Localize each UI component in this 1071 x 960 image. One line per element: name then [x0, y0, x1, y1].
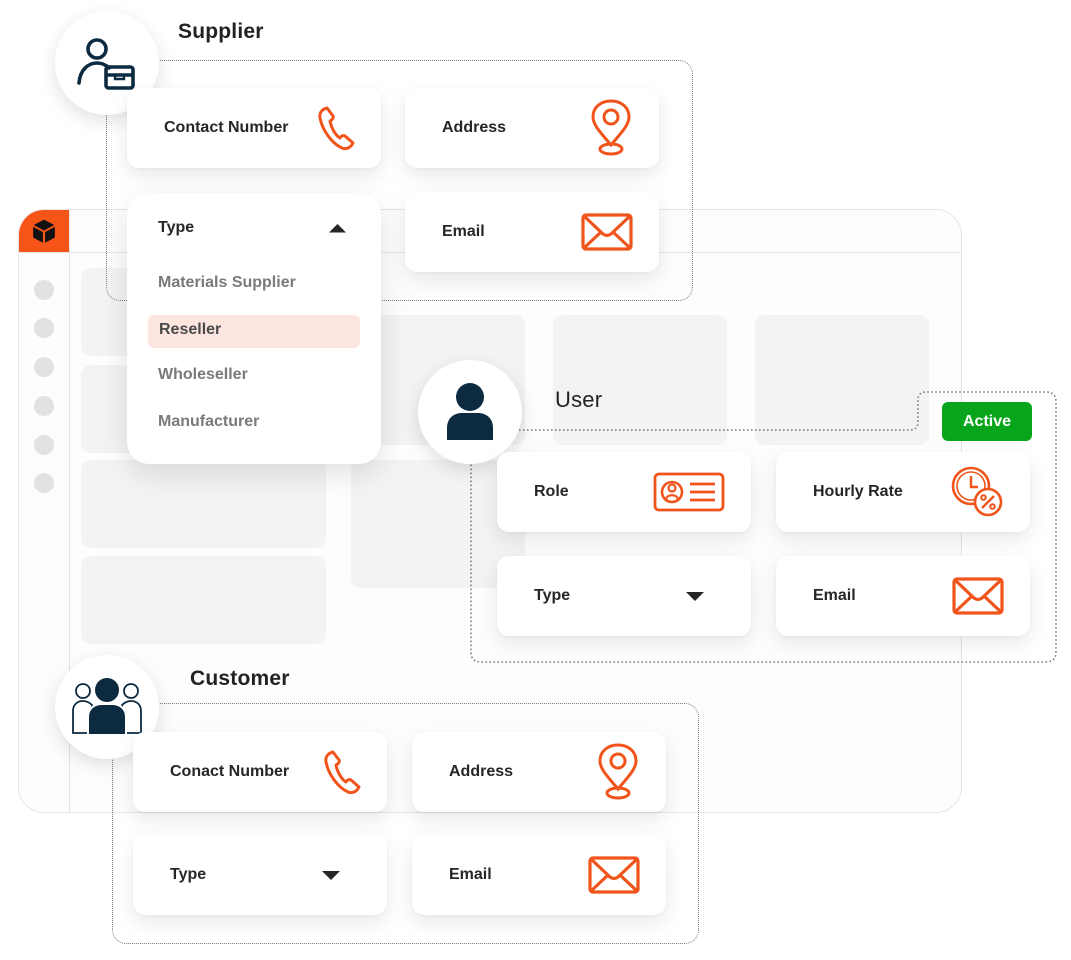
field-label: Type: [534, 587, 571, 604]
caret-up-icon[interactable]: [328, 223, 347, 233]
caret-down-icon[interactable]: [685, 591, 705, 602]
users-group-icon: [72, 678, 142, 736]
dropdown-option[interactable]: Wholeseller: [158, 366, 248, 384]
sidebar-nav-item[interactable]: [34, 280, 54, 300]
user-type-select[interactable]: Type: [497, 556, 751, 636]
user-box-icon: [77, 38, 135, 90]
envelope-icon: [588, 856, 640, 894]
field-label: Email: [449, 866, 492, 883]
sidebar-nav-item[interactable]: [34, 318, 54, 338]
placeholder-block: [81, 556, 326, 644]
user-email-field[interactable]: Email: [776, 556, 1030, 636]
sidebar-nav-item[interactable]: [34, 435, 54, 455]
sidebar-nav-item[interactable]: [34, 473, 54, 493]
dropdown-label: Type: [158, 219, 195, 236]
field-label: Hourly Rate: [813, 483, 903, 500]
caret-down-icon[interactable]: [321, 870, 341, 881]
supplier-address-field[interactable]: Address: [405, 88, 659, 168]
placeholder-block: [81, 460, 326, 548]
dropdown-option-selected[interactable]: Reseller: [148, 315, 360, 348]
dropdown-option[interactable]: Manufacturer: [158, 413, 259, 431]
supplier-title: Supplier: [178, 20, 264, 43]
customer-title: Customer: [190, 667, 290, 690]
field-label: Role: [534, 483, 569, 500]
field-label: Address: [449, 763, 514, 780]
dropdown-option[interactable]: Materials Supplier: [158, 274, 296, 292]
cube-icon: [33, 219, 55, 243]
user-title: User: [555, 387, 603, 412]
map-pin-icon: [596, 743, 640, 801]
sidebar-nav-item[interactable]: [34, 396, 54, 416]
phone-icon: [323, 749, 361, 795]
envelope-icon: [952, 577, 1004, 615]
supplier-type-dropdown[interactable]: Type Materials Supplier Reseller Wholese…: [127, 193, 381, 464]
supplier-contact-number-field[interactable]: Contact Number: [127, 88, 381, 168]
field-label: Address: [442, 119, 507, 136]
customer-email-field[interactable]: Email: [412, 835, 666, 915]
customer-type-select[interactable]: Type: [133, 835, 387, 915]
field-label: Type: [170, 866, 207, 883]
app-logo[interactable]: [19, 210, 69, 252]
phone-icon: [317, 105, 355, 151]
status-badge: Active: [942, 402, 1032, 441]
map-pin-icon: [589, 99, 633, 157]
envelope-icon: [581, 213, 633, 251]
supplier-email-field[interactable]: Email: [405, 192, 659, 272]
field-label: Conact Number: [170, 763, 290, 780]
customer-contact-number-field[interactable]: Conact Number: [133, 732, 387, 812]
user-hourly-rate-field[interactable]: Hourly Rate: [776, 452, 1030, 532]
field-label: Contact Number: [164, 119, 289, 136]
user-icon: [447, 383, 493, 440]
sidebar-nav-item[interactable]: [34, 357, 54, 377]
field-label: Email: [813, 587, 856, 604]
dropdown-header[interactable]: Type: [158, 219, 347, 237]
user-role-field[interactable]: Role: [497, 452, 751, 532]
clock-percent-icon: [950, 466, 1004, 518]
id-card-icon: [653, 472, 725, 512]
field-label: Email: [442, 223, 485, 240]
user-avatar: [418, 360, 522, 464]
customer-address-field[interactable]: Address: [412, 732, 666, 812]
